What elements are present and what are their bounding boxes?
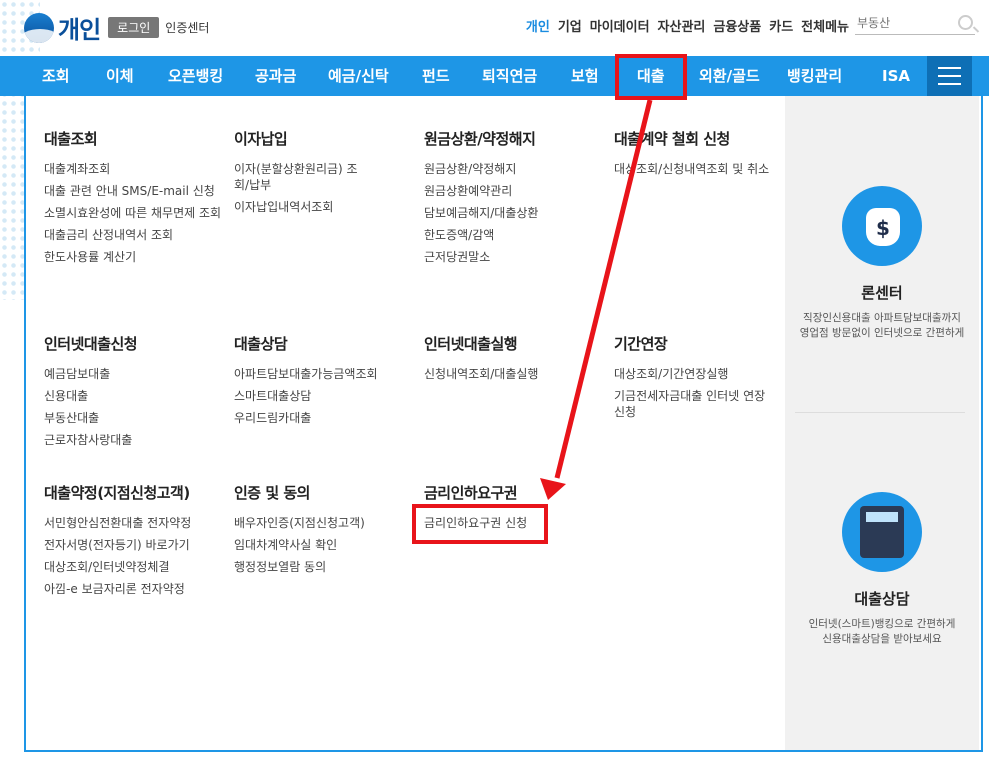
- annotation-arrow: [540, 99, 653, 500]
